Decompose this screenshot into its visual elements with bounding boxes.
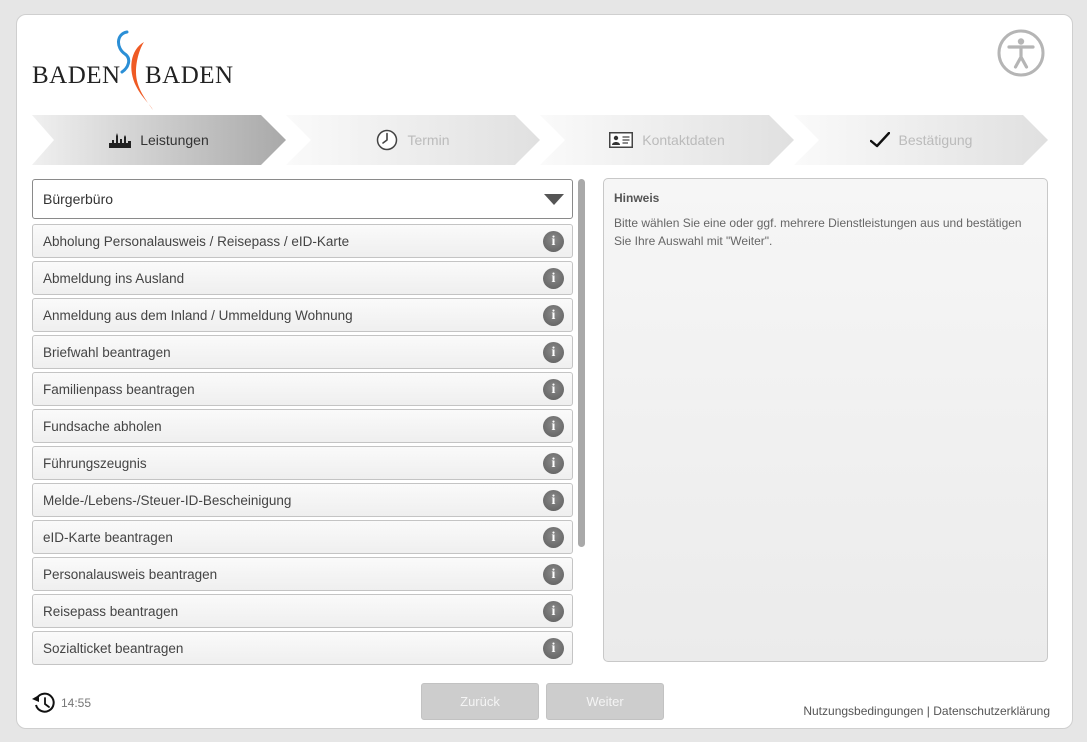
logo-word-left: BADEN [32,62,121,89]
hint-title: Hinweis [614,191,660,205]
terms-link[interactable]: Nutzungsbedingungen [803,704,923,718]
step-bestaetigung[interactable]: Bestätigung [794,115,1048,165]
info-icon[interactable]: i [543,564,564,585]
step-termin[interactable]: Termin [286,115,540,165]
info-icon[interactable]: i [543,638,564,659]
list-item[interactable]: eID-Karte beantragen i [32,520,573,554]
step-label: Bestätigung [898,132,973,148]
list-item[interactable]: Reisepass beantragen i [32,594,573,628]
service-label: Briefwahl beantragen [43,344,171,360]
info-icon[interactable]: i [543,379,564,400]
next-button[interactable]: Weiter [546,683,664,720]
timer-text: 14:55 [61,696,92,710]
service-label: Führungszeugnis [43,455,147,471]
list-item[interactable]: Abmeldung ins Ausland i [32,261,573,295]
checkmark-icon [869,132,890,148]
service-label: Familienpass beantragen [43,381,195,397]
session-timer: 14:55 [32,692,91,714]
service-list: Abholung Personalausweis / Reisepass / e… [32,224,573,665]
chevron-down-icon [544,194,564,205]
list-scrollbar[interactable] [578,179,585,547]
back-button[interactable]: Zurück [421,683,539,720]
info-icon[interactable]: i [543,601,564,622]
service-label: Fundsache abholen [43,418,162,434]
link-separator: | [926,704,930,718]
step-label: Termin [407,132,450,148]
service-label: Anmeldung aus dem Inland / Ummeldung Woh… [43,307,353,323]
service-label: Melde-/Lebens-/Steuer-ID-Bescheinigung [43,492,292,508]
service-label: Abholung Personalausweis / Reisepass / e… [43,233,350,249]
baden-baden-logo[interactable]: BADEN BADEN [32,28,237,112]
progress-stepper: Leistungen Termin Kontaktdaten Bestätigu… [32,115,1048,165]
info-icon[interactable]: i [543,453,564,474]
step-label: Leistungen [140,132,209,148]
service-label: eID-Karte beantragen [43,529,173,545]
list-item[interactable]: Familienpass beantragen i [32,372,573,406]
list-item[interactable]: Sozialticket beantragen i [32,631,573,665]
hint-text: Bitte wählen Sie eine oder ggf. mehrere … [614,216,1022,248]
step-kontaktdaten[interactable]: Kontaktdaten [540,115,794,165]
hint-panel: Hinweis Bitte wählen Sie eine oder ggf. … [603,178,1048,662]
step-label: Kontaktdaten [642,132,725,148]
list-item[interactable]: Fundsache abholen i [32,409,573,443]
list-item[interactable]: Führungszeugnis i [32,446,573,480]
service-label: Abmeldung ins Ausland [43,270,185,286]
service-label: Personalausweis beantragen [43,566,218,582]
info-icon[interactable]: i [543,342,564,363]
service-label: Reisepass beantragen [43,603,179,619]
info-icon[interactable]: i [543,416,564,437]
id-card-icon [609,132,634,148]
clock-icon [377,129,398,151]
history-clock-icon [32,692,55,713]
list-item[interactable]: Personalausweis beantragen i [32,557,573,591]
info-icon[interactable]: i [543,268,564,289]
footer-links: Nutzungsbedingungen | Datenschutzerkläru… [803,704,1050,718]
accessibility-icon[interactable] [997,29,1045,77]
info-icon[interactable]: i [543,231,564,252]
info-icon[interactable]: i [543,490,564,511]
info-icon[interactable]: i [543,305,564,326]
category-select-value: Bürgerbüro [43,191,114,207]
info-icon[interactable]: i [543,527,564,548]
list-item[interactable]: Abholung Personalausweis / Reisepass / e… [32,224,573,258]
list-item[interactable]: Briefwahl beantragen i [32,335,573,369]
privacy-link[interactable]: Datenschutzerklärung [933,704,1050,718]
logo-word-right: BADEN [145,62,234,89]
list-item[interactable]: Anmeldung aus dem Inland / Ummeldung Woh… [32,298,573,332]
category-select[interactable]: Bürgerbüro [32,179,573,219]
list-item[interactable]: Melde-/Lebens-/Steuer-ID-Bescheinigung i [32,483,573,517]
service-label: Sozialticket beantragen [43,640,184,656]
city-skyline-icon [109,133,132,148]
step-leistungen[interactable]: Leistungen [32,115,286,165]
